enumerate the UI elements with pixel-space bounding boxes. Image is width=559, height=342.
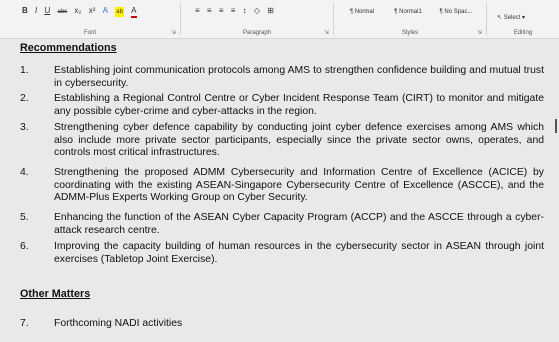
font-group: B I U abc x₂ x² A ab A Font ⇲ (0, 0, 180, 38)
ribbon: B I U abc x₂ x² A ab A Font ⇲ ≡ ≡ ≡ ≡ ↕ … (0, 0, 559, 39)
line-spacing-button[interactable]: ↕ (243, 6, 247, 16)
font-group-label: Font (83, 30, 96, 36)
superscript-button[interactable]: x² (89, 6, 96, 16)
underline-button[interactable]: U (44, 6, 50, 16)
item-text: Enhancing the function of the ASEAN Cybe… (54, 212, 544, 236)
styles-group-label: Styles (401, 30, 419, 36)
strikethrough-button[interactable]: abc (58, 7, 68, 17)
editing-group: ↖ Select ▾ Editing (487, 0, 559, 38)
item-number: 1. (20, 65, 29, 76)
style-no-spacing[interactable]: ¶ No Spac... (432, 3, 480, 21)
paragraph-dialog-launcher-icon[interactable]: ⇲ (324, 29, 329, 36)
font-toolbar: B I U abc x₂ x² A ab A (22, 6, 142, 18)
text-effects-button[interactable]: A (103, 6, 108, 16)
item-number: 3. (20, 122, 29, 133)
item-number: 6. (20, 241, 29, 252)
select-label: Select (503, 15, 521, 21)
styles-group: ¶ Normal ¶ Normal1 ¶ No Spac... Styles ⇲ (334, 0, 486, 38)
chevron-down-icon: ▾ (520, 15, 526, 21)
font-color-button[interactable]: A (131, 6, 137, 18)
justify-button[interactable]: ≡ (231, 6, 236, 16)
item-number: 2. (20, 93, 29, 104)
item-text: Forthcoming NADI activities (54, 318, 183, 329)
item-number: 4. (20, 167, 29, 178)
item-number: 5. (20, 212, 29, 223)
paragraph-toolbar: ≡ ≡ ≡ ≡ ↕ ◇ ⊞ (195, 6, 279, 16)
paragraph-group: ≡ ≡ ≡ ≡ ↕ ◇ ⊞ Paragraph ⇲ (181, 0, 333, 38)
paragraph-group-label: Paragraph (242, 30, 272, 36)
select-button[interactable]: ↖ Select ▾ (497, 14, 525, 21)
shading-button[interactable]: ◇ (254, 6, 260, 16)
text-cursor (555, 119, 557, 133)
align-left-button[interactable]: ≡ (195, 6, 200, 16)
styles-dialog-launcher-icon[interactable]: ⇲ (477, 29, 482, 36)
italic-button[interactable]: I (35, 6, 37, 16)
style-normal1[interactable]: ¶ Normal1 (386, 3, 430, 21)
item-text: Establishing joint communication protoco… (54, 65, 544, 89)
item-text: Strengthening cyber defence capability b… (54, 122, 544, 158)
other-matters-heading: Other Matters (20, 288, 91, 300)
item-text: Establishing a Regional Control Centre o… (54, 93, 544, 117)
font-dialog-launcher-icon[interactable]: ⇲ (171, 29, 176, 36)
cursor-icon: ↖ (497, 15, 504, 21)
align-right-button[interactable]: ≡ (219, 6, 224, 16)
item-text: Improving the capacity building of human… (54, 241, 544, 265)
style-normal[interactable]: ¶ Normal (340, 3, 384, 21)
subscript-button[interactable]: x₂ (74, 6, 81, 16)
highlight-button[interactable]: ab (115, 7, 124, 17)
align-center-button[interactable]: ≡ (207, 6, 212, 16)
document-page[interactable]: Recommendations 1. Establishing joint co… (0, 39, 559, 342)
editing-group-label: Editing (513, 30, 533, 36)
recommendations-heading: Recommendations (20, 42, 117, 54)
item-number: 7. (20, 318, 29, 329)
item-text: Strengthening the proposed ADMM Cybersec… (54, 167, 544, 203)
borders-button[interactable]: ⊞ (267, 6, 274, 16)
bold-button[interactable]: B (22, 6, 28, 16)
